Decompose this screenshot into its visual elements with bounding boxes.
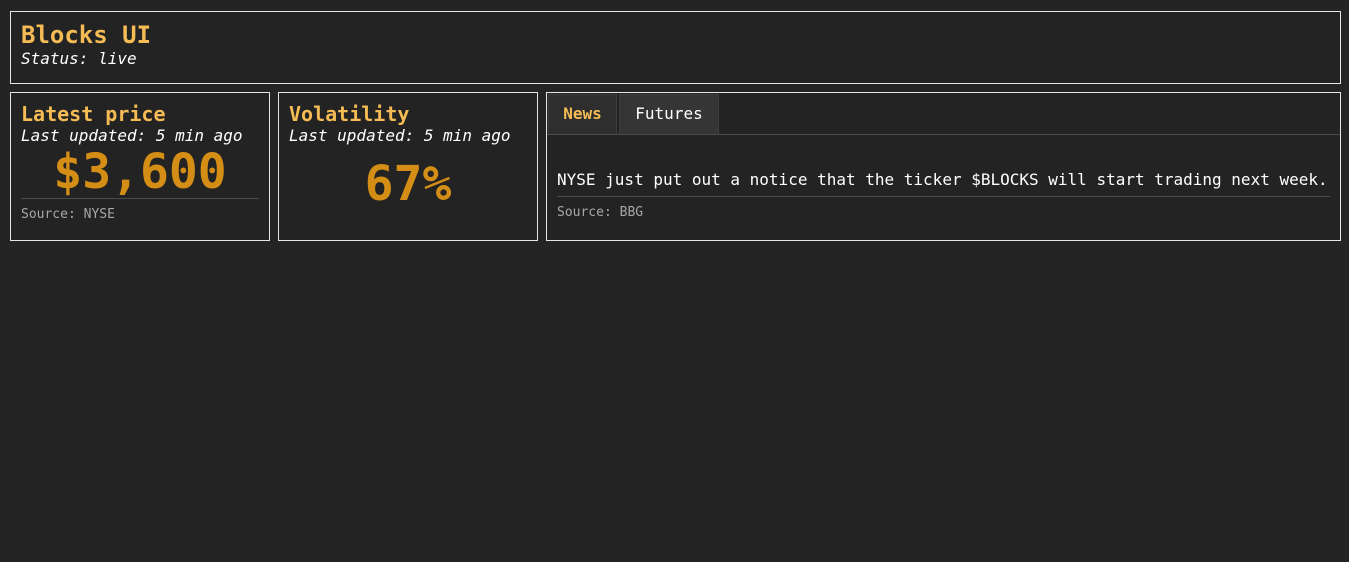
app-header: Blocks UI Status: live bbox=[10, 11, 1341, 84]
tab-news[interactable]: News bbox=[548, 94, 617, 134]
news-tabs-panel: News Futures NYSE just put out a notice … bbox=[546, 92, 1341, 241]
volatility-value: 67% bbox=[364, 156, 452, 212]
app-status: Status: live bbox=[21, 49, 137, 68]
tab-bar: News Futures bbox=[547, 93, 1340, 135]
volatility-card: Volatility Last updated: 5 min ago 67% bbox=[278, 92, 538, 241]
card-title: Volatility bbox=[289, 102, 410, 126]
app-title: Blocks UI bbox=[21, 21, 152, 49]
news-tab-content: NYSE just put out a notice that the tick… bbox=[547, 170, 1340, 221]
last-updated-label: Last updated: 5 min ago bbox=[289, 126, 511, 145]
dashboard-page: Blocks UI Status: live Latest price Last… bbox=[0, 0, 1349, 562]
price-value: $3,600 bbox=[53, 144, 227, 200]
news-divider bbox=[557, 196, 1330, 197]
card-title: Latest price bbox=[21, 102, 166, 126]
latest-price-card: Latest price Last updated: 5 min ago $3,… bbox=[10, 92, 270, 241]
tab-futures[interactable]: Futures bbox=[619, 94, 719, 134]
news-text: NYSE just put out a notice that the tick… bbox=[557, 170, 1328, 189]
news-source-label: Source: BBG bbox=[557, 205, 644, 220]
source-label: Source: NYSE bbox=[21, 207, 115, 222]
last-updated-label: Last updated: 5 min ago bbox=[21, 126, 243, 145]
